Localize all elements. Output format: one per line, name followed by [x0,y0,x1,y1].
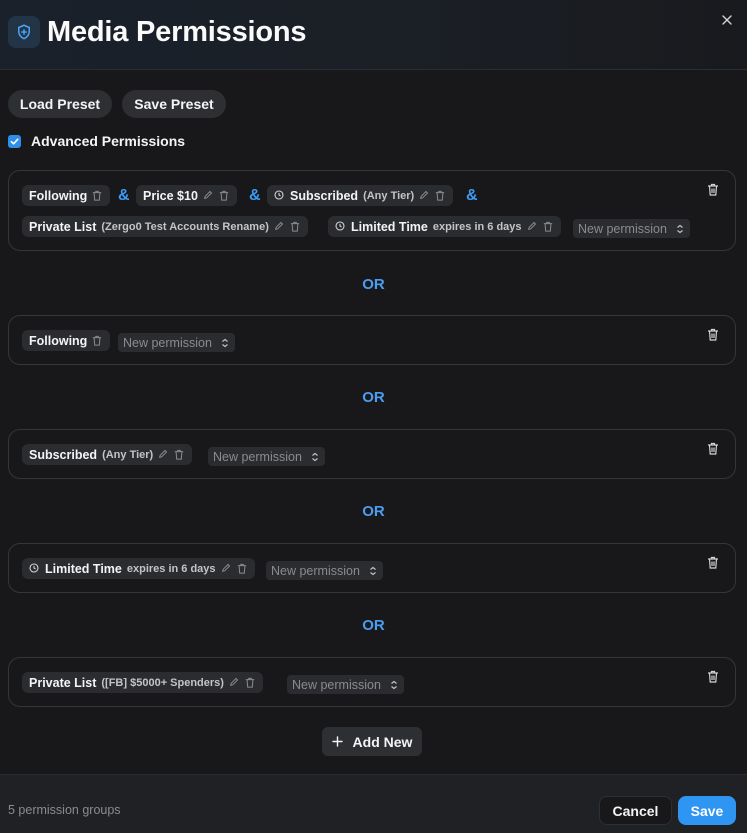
new-permission-placeholder: New permission [213,449,302,464]
permission-chip[interactable]: Subscribed (Any Tier) [267,185,454,206]
group-count-text: 5 permission groups [8,803,121,817]
permission-chip[interactable]: Limited Time expires in 6 days [22,558,255,579]
chip-name: Following [29,333,88,348]
chip-trash-icon[interactable] [435,190,446,201]
and-connector: & [249,187,261,204]
chip-edit-icon[interactable] [221,563,232,574]
permission-group: Following & Price $10 & Subscribed (Any … [8,170,736,251]
permission-group: Private List ([FB] $5000+ Spenders) New … [8,657,736,707]
new-permission-placeholder: New permission [292,677,381,692]
add-new-label: Add New [352,733,413,750]
chip-edit-icon[interactable] [527,221,538,232]
chip-edit-icon[interactable] [274,221,285,232]
chevron-up-down-icon [390,680,399,690]
permission-chip[interactable]: Following [22,185,111,206]
and-connector: & [466,187,478,204]
save-preset-button[interactable]: Save Preset [122,90,226,118]
clock-icon [335,221,346,232]
advanced-permissions-checkbox[interactable] [8,134,21,148]
chip-name: Private List [29,219,97,234]
chip-trash-icon[interactable] [174,449,185,460]
delete-group-trash-icon[interactable] [707,556,721,570]
new-permission-placeholder: New permission [123,335,212,350]
chip-trash-icon[interactable] [237,563,248,574]
delete-group-trash-icon[interactable] [707,670,721,684]
chevron-up-down-icon [311,452,320,462]
delete-group-trash-icon[interactable] [707,183,721,197]
permission-chip[interactable]: Following [22,330,111,351]
or-separator: OR [362,617,385,634]
permission-chip[interactable]: Subscribed (Any Tier) [22,444,193,465]
chip-name: Subscribed [290,188,359,203]
dialog-title: Media Permissions [47,16,307,48]
clock-icon [274,190,285,201]
chip-detail: (Any Tier) [102,448,154,461]
permission-chip[interactable]: Private List (Zergo0 Test Accounts Renam… [22,216,308,237]
chevron-up-down-icon [369,566,378,576]
or-separator: OR [362,389,385,406]
chip-name: Limited Time [351,219,428,234]
add-new-button[interactable]: Add New [322,727,422,756]
new-permission-select[interactable]: New permission [287,675,404,694]
new-permission-select[interactable]: New permission [208,447,325,466]
permission-group: Limited Time expires in 6 days New permi… [8,543,736,593]
delete-group-trash-icon[interactable] [707,328,721,342]
chip-name: Private List [29,675,97,690]
close-icon[interactable] [717,10,737,30]
new-permission-select[interactable]: New permission [118,333,235,352]
chip-detail: (Any Tier) [363,189,415,202]
chip-trash-icon[interactable] [92,335,103,346]
chip-trash-icon[interactable] [543,221,554,232]
clock-icon [29,563,40,574]
cancel-button[interactable]: Cancel [599,796,672,825]
chip-name: Following [29,188,88,203]
and-connector: & [118,187,130,204]
chevron-up-down-icon [221,338,230,348]
chip-edit-icon[interactable] [419,190,430,201]
permission-group: Subscribed (Any Tier) New permission [8,429,736,479]
or-separator: OR [362,276,385,293]
chip-detail: ([FB] $5000+ Spenders) [101,676,224,689]
new-permission-placeholder: New permission [271,563,360,578]
permission-chip[interactable]: Limited Time expires in 6 days [328,216,561,237]
chip-name: Price $10 [143,188,198,203]
chevron-up-down-icon [676,224,685,234]
load-preset-button[interactable]: Load Preset [8,90,112,118]
chip-name: Limited Time [45,561,122,576]
permission-chip[interactable]: Private List ([FB] $5000+ Spenders) [22,672,263,693]
or-separator: OR [362,503,385,520]
chip-trash-icon[interactable] [219,190,230,201]
chip-name: Subscribed [29,447,98,462]
plus-icon [331,736,343,747]
delete-group-trash-icon[interactable] [707,442,721,456]
chip-edit-icon[interactable] [203,190,214,201]
chip-detail: expires in 6 days [126,562,216,575]
new-permission-select[interactable]: New permission [573,219,690,238]
chip-edit-icon[interactable] [158,449,169,460]
advanced-permissions-toggle[interactable]: Advanced Permissions [8,132,185,150]
shield-plus-icon [8,16,40,48]
new-permission-select[interactable]: New permission [266,561,383,580]
chip-detail: expires in 6 days [432,220,522,233]
chip-detail: (Zergo0 Test Accounts Rename) [101,220,269,233]
chip-edit-icon[interactable] [229,677,240,688]
permission-chip[interactable]: Price $10 [136,185,237,206]
advanced-permissions-label: Advanced Permissions [31,133,186,149]
permission-group: Following New permission [8,315,736,365]
chip-trash-icon[interactable] [92,190,103,201]
dialog-footer: 5 permission groups Cancel Save [0,774,747,833]
chip-trash-icon[interactable] [245,677,256,688]
save-button[interactable]: Save [678,796,736,825]
dialog-header: Media Permissions [0,0,747,70]
new-permission-placeholder: New permission [578,221,667,236]
chip-trash-icon[interactable] [290,221,301,232]
